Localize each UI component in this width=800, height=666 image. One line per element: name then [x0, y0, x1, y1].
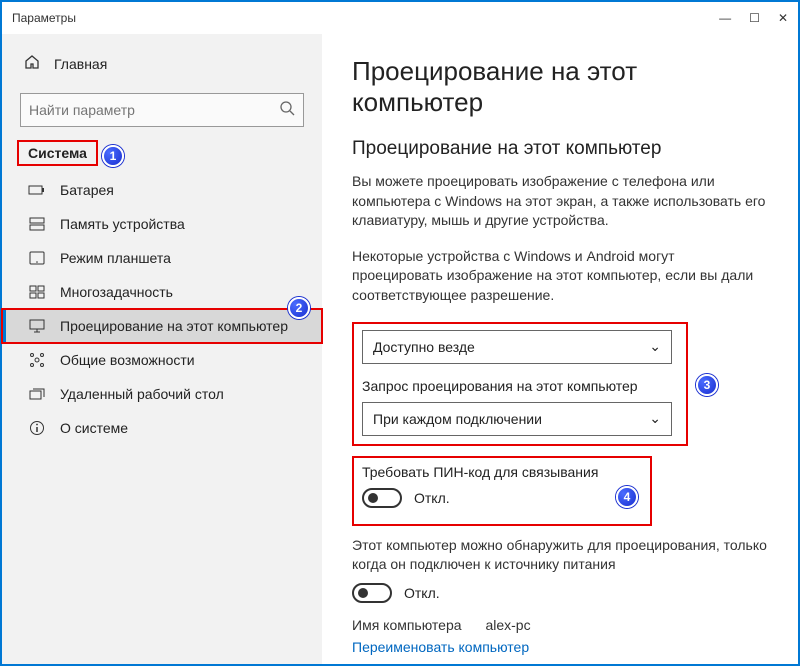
tablet-icon [28, 251, 46, 265]
chevron-down-icon: ⌄ [649, 410, 661, 427]
main-content: Проецирование на этот компьютер Проециро… [322, 34, 798, 664]
nav-item-about[interactable]: О системе [2, 411, 322, 445]
close-button[interactable]: ✕ [778, 11, 788, 25]
nav-label: Удаленный рабочий стол [60, 386, 224, 402]
page-title: Проецирование на этот компьютер [352, 56, 768, 118]
search-input[interactable] [29, 102, 279, 118]
rename-link[interactable]: Переименовать компьютер [352, 639, 768, 655]
multitask-icon [28, 285, 46, 299]
power-toggle[interactable] [352, 583, 392, 603]
about-icon [28, 420, 46, 436]
shared-icon [28, 352, 46, 368]
pc-name-row: Имя компьютера alex-pc [352, 617, 768, 633]
annotation-badge-3: 3 [696, 374, 718, 396]
chevron-down-icon: ⌄ [649, 338, 661, 355]
remote-icon [28, 387, 46, 401]
section-title: Проецирование на этот компьютер [352, 138, 768, 160]
annotation-badge-1: 1 [102, 145, 124, 167]
nav-item-shared[interactable]: Общие возможности [2, 343, 322, 377]
pc-name-value: alex-pc [485, 617, 530, 633]
search-input-wrap[interactable] [20, 93, 304, 127]
nav-item-storage[interactable]: Память устройства [2, 207, 322, 241]
pin-toggle[interactable] [362, 488, 402, 508]
description-1: Вы можете проецировать изображение с тел… [352, 172, 768, 231]
window-controls: ― ☐ ✕ [719, 11, 788, 25]
sidebar: Главная Система 1 Батарея Память устройс… [2, 34, 322, 664]
dropdown-value: При каждом подключении [373, 411, 542, 427]
nav-label: Общие возможности [60, 352, 195, 368]
category-header: Система [18, 141, 97, 165]
maximize-button[interactable]: ☐ [749, 11, 760, 25]
pin-label: Требовать ПИН-код для связывания [362, 464, 642, 480]
search-icon [279, 100, 295, 121]
home-link[interactable]: Главная [2, 44, 322, 83]
request-label: Запрос проецирования на этот компьютер [362, 378, 678, 394]
nav-label: Батарея [60, 182, 114, 198]
request-dropdown[interactable]: При каждом подключении ⌄ [362, 402, 672, 436]
pc-name-label: Имя компьютера [352, 617, 462, 633]
availability-dropdown[interactable]: Доступно везде ⌄ [362, 330, 672, 364]
nav-item-projecting[interactable]: Проецирование на этот компьютер [2, 309, 322, 343]
nav-label: Проецирование на этот компьютер [60, 318, 288, 334]
window-title: Параметры [12, 11, 719, 25]
power-text: Этот компьютер можно обнаружить для прое… [352, 536, 768, 575]
nav-label: Память устройства [60, 216, 185, 232]
nav-item-battery[interactable]: Батарея [2, 173, 322, 207]
annotation-badge-4: 4 [616, 486, 638, 508]
nav-label: Режим планшета [60, 250, 171, 266]
titlebar: Параметры ― ☐ ✕ [2, 2, 798, 34]
project-icon [28, 319, 46, 333]
nav-label: Многозадачность [60, 284, 173, 300]
annotation-badge-2: 2 [288, 297, 310, 319]
nav-label: О системе [60, 420, 128, 436]
nav-item-remote[interactable]: Удаленный рабочий стол [2, 377, 322, 411]
toggle-state-2: Откл. [404, 585, 440, 601]
home-icon [24, 54, 40, 73]
home-label: Главная [54, 56, 107, 72]
storage-icon [28, 217, 46, 231]
toggle-state: Откл. [414, 490, 450, 506]
description-2: Некоторые устройства с Windows и Android… [352, 247, 768, 306]
nav-item-multitask[interactable]: Многозадачность [2, 275, 322, 309]
battery-icon [28, 184, 46, 196]
minimize-button[interactable]: ― [719, 11, 731, 25]
nav-item-tablet[interactable]: Режим планшета [2, 241, 322, 275]
dropdown-value: Доступно везде [373, 339, 475, 355]
